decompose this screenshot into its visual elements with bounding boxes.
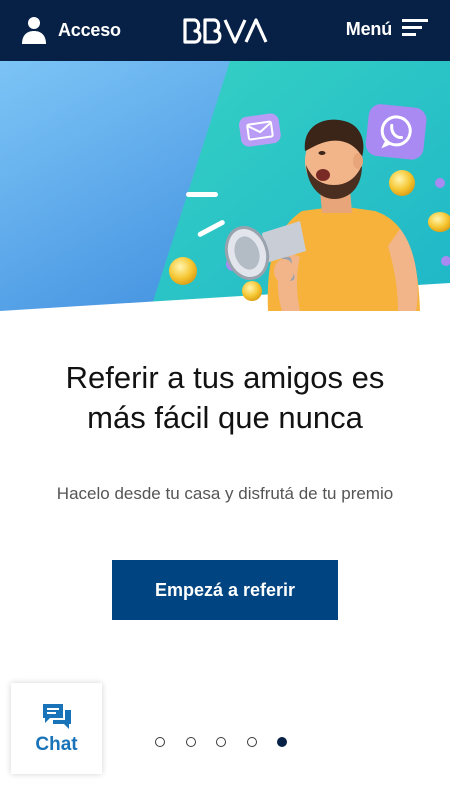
bbva-logo-mark bbox=[183, 18, 268, 44]
carousel-dot-2[interactable] bbox=[185, 737, 196, 747]
top-header: Acceso Menú bbox=[0, 0, 450, 61]
carousel-dot-3[interactable] bbox=[216, 737, 226, 747]
hero-banner bbox=[0, 61, 450, 311]
carousel-pagination bbox=[155, 737, 308, 747]
start-referring-button[interactable]: Empezá a referir bbox=[112, 560, 338, 620]
chat-button[interactable]: Chat bbox=[11, 683, 102, 774]
page-subtitle: Hacelo desde tu casa y disfrutá de tu pr… bbox=[56, 484, 394, 503]
menu-icon bbox=[402, 19, 428, 36]
menu-label: Menú bbox=[345, 18, 392, 39]
user-icon bbox=[22, 17, 46, 44]
carousel-dot-5[interactable] bbox=[277, 737, 287, 747]
access-button[interactable]: Acceso bbox=[22, 16, 121, 44]
bbva-logo[interactable] bbox=[183, 18, 269, 49]
carousel-dot-4[interactable] bbox=[246, 737, 257, 747]
page-title: Referir a tus amigos es más fácil que nu… bbox=[65, 360, 385, 435]
menu-button[interactable]: Menú bbox=[346, 18, 428, 40]
chat-label: Chat bbox=[35, 733, 78, 755]
chat-icon bbox=[42, 703, 71, 729]
hero-illustration bbox=[0, 61, 450, 311]
access-label: Acceso bbox=[58, 19, 121, 40]
carousel-dot-1[interactable] bbox=[155, 737, 165, 747]
